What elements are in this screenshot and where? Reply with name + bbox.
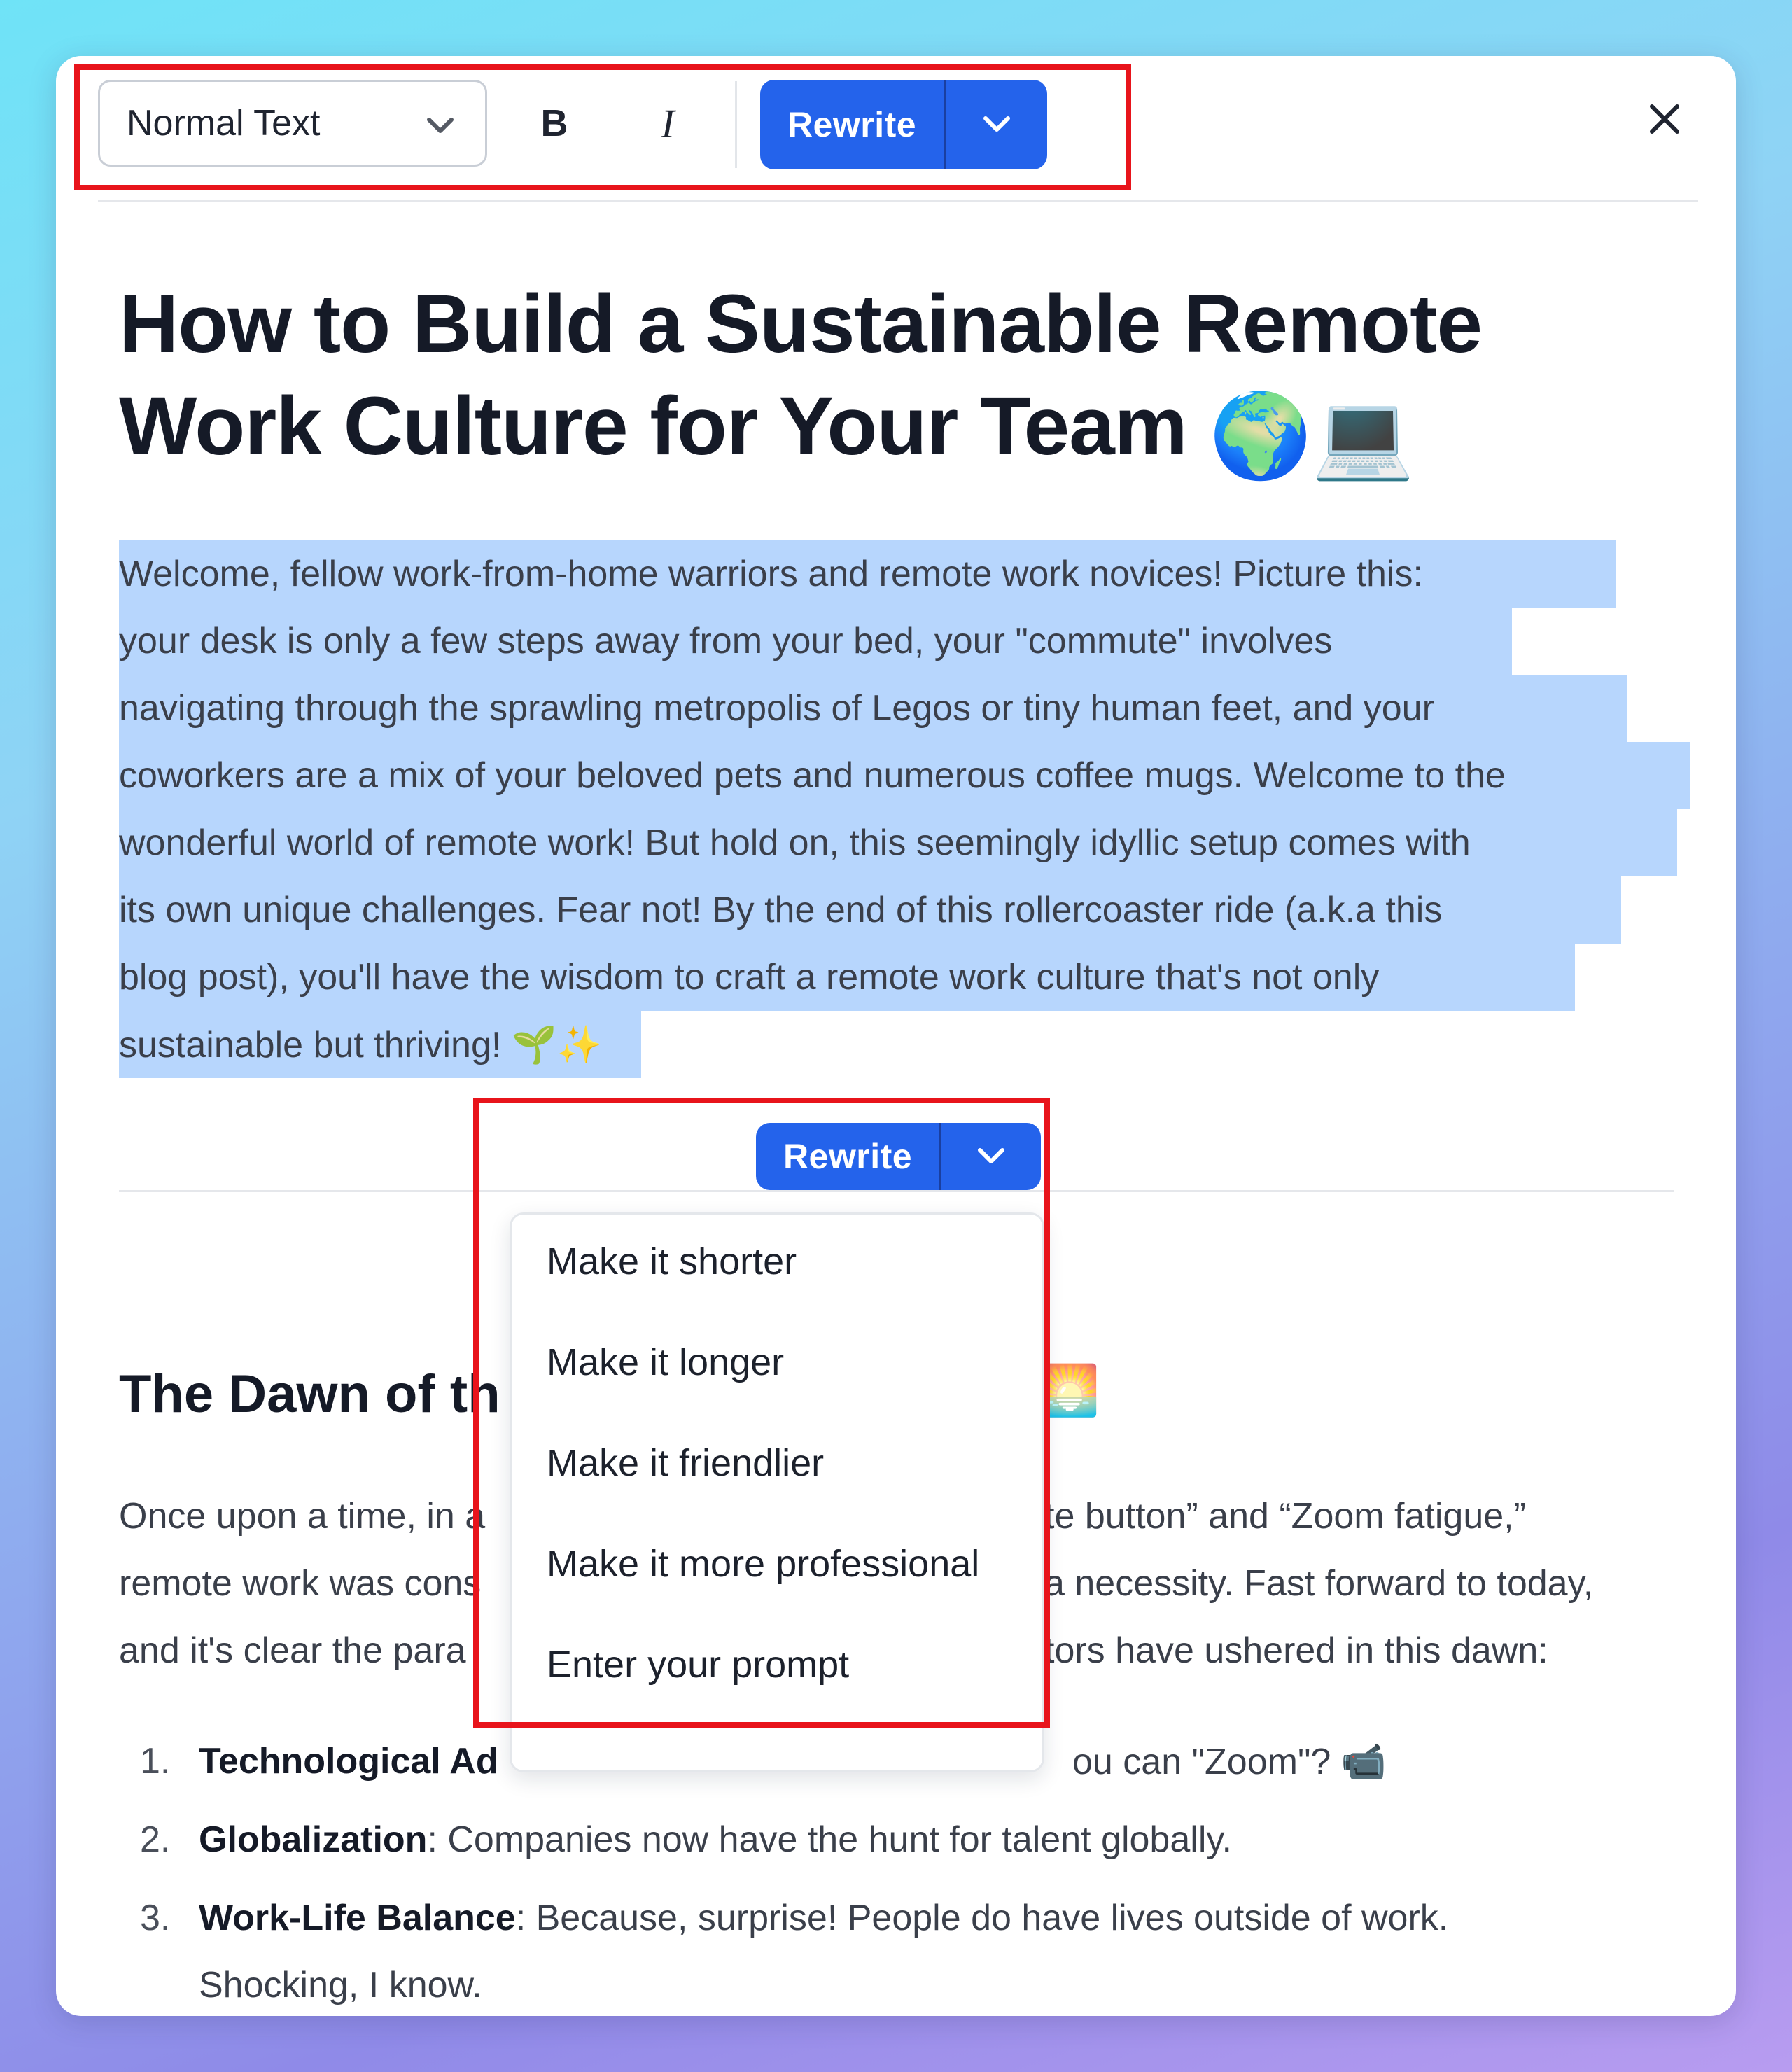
menu-item-make-friendlier[interactable]: Make it friendlier (547, 1441, 824, 1485)
section-text-right: te button” and “Zoom fatigue,” (1044, 1496, 1526, 1536)
section-text-left: remote work was cons (119, 1563, 482, 1604)
list-item-bold: Technological Ad (199, 1741, 498, 1782)
toolbar-rewrite-options-button[interactable] (946, 80, 1047, 169)
close-icon[interactable] (1644, 98, 1686, 140)
section-text-right: tors have ushered in this dawn: (1044, 1630, 1548, 1671)
sunrise-icon: 🌅 (1039, 1363, 1100, 1418)
title-line-1: How to Build a Sustainable Remote (119, 278, 1483, 370)
intro-line: your desk is only a few steps away from … (119, 608, 1512, 675)
inline-rewrite-button[interactable]: Rewrite (756, 1123, 939, 1190)
toolbar-separator (98, 200, 1698, 202)
rewrite-options-menu: Make it shorter Make it longer Make it f… (510, 1212, 1044, 1772)
section-text-left: and it's clear the para (119, 1630, 466, 1671)
list-item-continuation: Shocking, I know. (199, 1965, 482, 2005)
intro-line: Welcome, fellow work-from-home warriors … (119, 540, 1616, 608)
intro-line: wonderful world of remote work! But hold… (119, 809, 1677, 876)
list-number: 2. (140, 1819, 171, 1860)
intro-line: sustainable but thriving! 🌱✨ (119, 1011, 641, 1078)
list-item: Work-Life Balance: Because, surprise! Pe… (199, 1898, 1449, 1938)
menu-item-make-professional[interactable]: Make it more professional (547, 1542, 979, 1586)
chevron-down-icon (978, 1148, 1004, 1163)
toolbar-rewrite-button[interactable]: Rewrite (760, 80, 944, 169)
italic-button[interactable]: I (624, 80, 711, 167)
intro-line: coworkers are a mix of your beloved pets… (119, 742, 1690, 809)
section-heading: The Dawn of th (119, 1364, 500, 1424)
menu-item-enter-prompt[interactable]: Enter your prompt (547, 1643, 849, 1686)
section-text-left: Once upon a time, in a (119, 1496, 486, 1536)
editor-window: Normal Text B I Rewrite How to Build a S… (56, 56, 1736, 2016)
menu-item-make-shorter[interactable]: Make it shorter (547, 1240, 797, 1283)
chevron-down-icon (983, 116, 1010, 132)
intro-line: its own unique challenges. Fear not! By … (119, 876, 1621, 944)
text-style-value: Normal Text (127, 103, 321, 144)
inline-rewrite-options-button[interactable] (941, 1123, 1041, 1190)
chevron-down-icon (427, 118, 454, 133)
section-text-right: a necessity. Fast forward to today, (1044, 1563, 1594, 1604)
laptop-icon: 💻 (1311, 390, 1414, 482)
menu-item-make-longer[interactable]: Make it longer (547, 1340, 784, 1384)
globe-icon: 🌍 (1209, 390, 1312, 482)
intro-line: navigating through the sprawling metropo… (119, 675, 1627, 742)
list-number: 1. (140, 1741, 171, 1782)
inline-rewrite-split-button: Rewrite (756, 1123, 1041, 1190)
page-title: How to Build a Sustainable Remote Work C… (119, 273, 1687, 487)
toolbar-divider (735, 81, 737, 168)
list-item: Globalization: Companies now have the hu… (199, 1819, 1232, 1860)
section-divider (119, 1190, 1674, 1192)
list-number: 3. (140, 1898, 171, 1938)
intro-line: blog post), you'll have the wisdom to cr… (119, 944, 1575, 1011)
toolbar-rewrite-split-button: Rewrite (760, 80, 1047, 169)
bold-button[interactable]: B (511, 80, 598, 167)
text-style-dropdown[interactable]: Normal Text (98, 80, 487, 167)
title-line-2: Work Culture for Your Team (119, 380, 1188, 472)
list-item-text: ou can "Zoom"? 📹 (1072, 1742, 1387, 1782)
